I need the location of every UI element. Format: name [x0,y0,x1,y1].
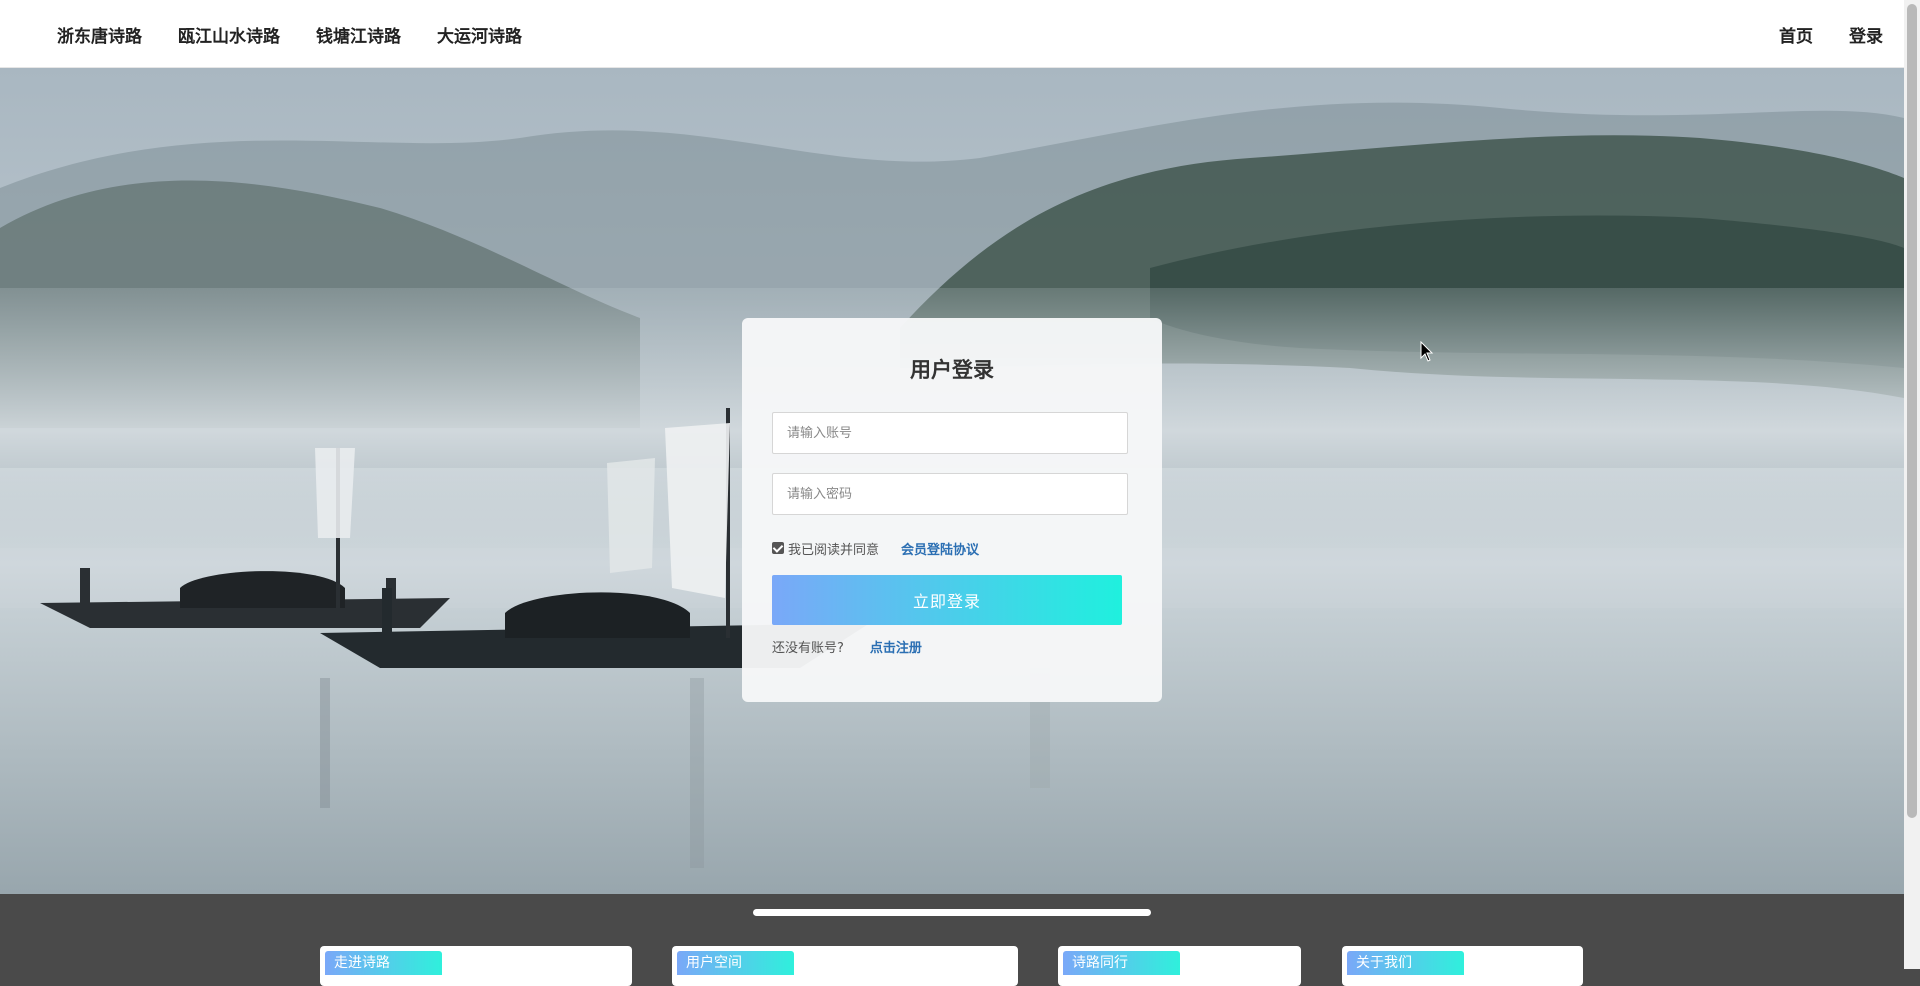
hero-background-image: 用户登录 我已阅读并同意 会员登陆协议 立即登录 还没有账号? 点击注册 [0,68,1904,894]
nav-link-qiantang-poetry-road[interactable]: 钱塘江诗路 [316,22,401,47]
password-input[interactable] [772,473,1128,515]
footer-section: 走进诗路 用户空间 诗路同行 关于我们 [0,894,1904,986]
nav-right-group: 首页 登录 [1743,0,1883,68]
footer-tab-about-us[interactable]: 关于我们 [1347,951,1464,975]
page-scrollbar[interactable] [1904,0,1920,969]
login-submit-button[interactable]: 立即登录 [772,575,1122,625]
nav-left-group: 浙东唐诗路 瓯江山水诗路 钱塘江诗路 大运河诗路 [57,0,558,68]
nav-link-oujiang-poetry-road[interactable]: 瓯江山水诗路 [178,22,280,47]
nav-link-grand-canal-poetry-road[interactable]: 大运河诗路 [437,22,522,47]
footer-tab-explore[interactable]: 走进诗路 [325,951,442,975]
agreement-row: 我已阅读并同意 会员登陆协议 [772,538,979,558]
register-link[interactable]: 点击注册 [870,637,922,656]
nav-link-zhedong-tang-poetry-road[interactable]: 浙东唐诗路 [57,22,142,47]
footer-card-user-space: 用户空间 [672,946,1018,986]
footer-card-about-us: 关于我们 [1342,946,1583,986]
footer-card-travel-together: 诗路同行 [1058,946,1301,986]
scrollbar-thumb[interactable] [1907,4,1917,818]
footer-card-explore: 走进诗路 [320,946,632,986]
register-row: 还没有账号? 点击注册 [772,637,922,656]
agreement-text: 我已阅读并同意 [788,542,880,558]
register-prompt: 还没有账号? [772,641,844,656]
login-card: 用户登录 我已阅读并同意 会员登陆协议 立即登录 还没有账号? 点击注册 [742,318,1162,702]
account-input[interactable] [772,412,1128,454]
login-title: 用户登录 [910,358,994,382]
nav-link-login[interactable]: 登录 [1849,22,1883,47]
agreement-checkbox[interactable] [772,542,784,554]
footer-tab-user-space[interactable]: 用户空间 [677,951,794,975]
agreement-link[interactable]: 会员登陆协议 [901,539,979,558]
mouse-pointer-icon [1420,341,1434,362]
nav-link-home[interactable]: 首页 [1779,22,1813,47]
footer-tab-travel-together[interactable]: 诗路同行 [1063,951,1180,975]
carousel-indicator-bar[interactable] [753,909,1151,916]
top-navbar: 浙东唐诗路 瓯江山水诗路 钱塘江诗路 大运河诗路 首页 登录 [0,0,1904,68]
